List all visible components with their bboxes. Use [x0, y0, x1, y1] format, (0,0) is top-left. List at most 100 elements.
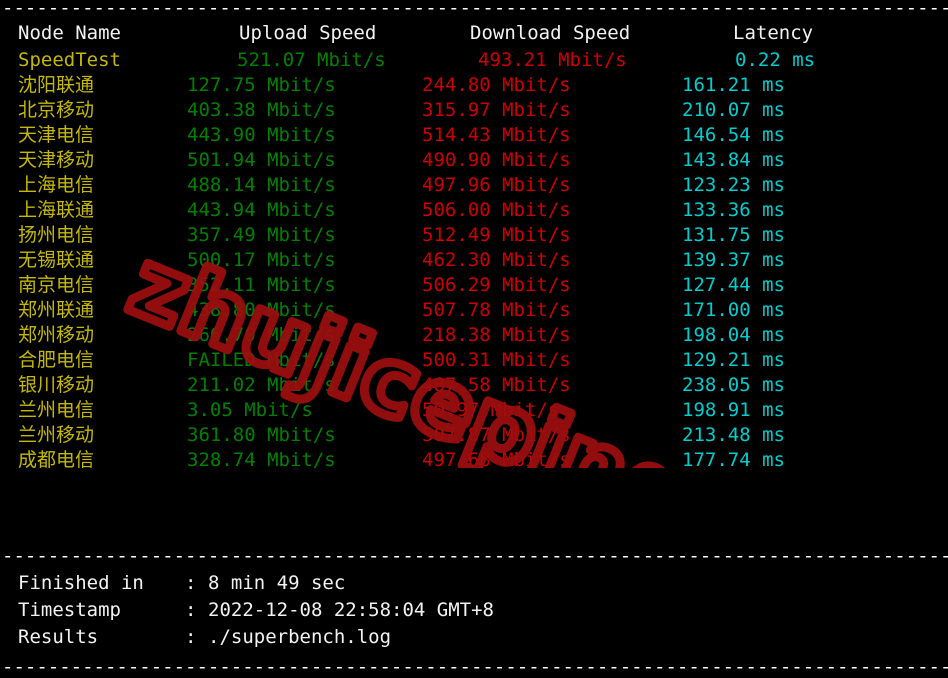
download-speed-cell: 512.49 Mbit/s: [422, 224, 571, 246]
download-speed-cell: 462.30 Mbit/s: [422, 249, 571, 271]
upload-speed-cell: 500.17 Mbit/s: [187, 249, 336, 271]
divider-top: ----------------------------------------…: [2, 0, 948, 14]
footer-value: 2022-12-08 22:58:04 GMT+8: [208, 599, 494, 621]
table-row: 无锡联通 500.17 Mbit/s 462.30 Mbit/s 139.37 ms: [0, 248, 948, 273]
download-speed-cell: 244.80 Mbit/s: [422, 74, 571, 96]
footer-line: Timestamp:2022-12-08 22:58:04 GMT+8: [18, 598, 918, 623]
upload-speed-cell: 3.05 Mbit/s: [187, 399, 313, 421]
table-row-speedtest-summary: SpeedTest 521.07 Mbit/s 493.21 Mbit/s 0.…: [0, 48, 948, 73]
node-name-cell: 兰州电信: [18, 399, 95, 421]
latency-cell: 238.05 ms: [682, 374, 785, 396]
download-speed-cell: 218.38 Mbit/s: [422, 324, 571, 346]
download-speed-cell: 50.97 Mbit/s: [422, 399, 560, 421]
upload-speed-cell: 361.80 Mbit/s: [187, 424, 336, 446]
table-row: 成都电信 328.74 Mbit/s 497.68 Mbit/s 177.74 ms: [0, 448, 948, 473]
upload-speed-cell: 438.80 Mbit/s: [187, 299, 336, 321]
download-speed-cell: 490.90 Mbit/s: [422, 149, 571, 171]
download-speed-cell: 506.00 Mbit/s: [422, 199, 571, 221]
latency-cell: 161.21 ms: [682, 74, 785, 96]
upload-speed-cell: 211.02 Mbit/s: [187, 374, 336, 396]
latency-cell: 139.37 ms: [682, 249, 785, 271]
footer-line: Finished in:8 min 49 sec: [18, 571, 918, 596]
latency-cell: 0.22 ms: [735, 49, 816, 71]
table-row: 南京电信 352.11 Mbit/s 506.29 Mbit/s 127.44 ms: [0, 273, 948, 298]
latency-cell: 198.04 ms: [682, 324, 785, 346]
node-name-cell: 成都电信: [18, 449, 95, 471]
footer-value: ./superbench.log: [208, 626, 392, 648]
table-header-row: Node Name Upload Speed Download Speed La…: [0, 21, 948, 46]
download-speed-cell: 507.78 Mbit/s: [422, 299, 571, 321]
table-row: 银川移动 211.02 Mbit/s 487.58 Mbit/s 238.05 ms: [0, 373, 948, 398]
upload-speed-cell: 266.70 Mbit/s: [187, 324, 336, 346]
node-name-cell: 郑州联通: [18, 299, 95, 321]
node-name-cell: 沈阳联通: [18, 74, 95, 96]
table-row: 合肥电信 FAILED Mbit/s 500.31 Mbit/s 129.21 ms: [0, 348, 948, 373]
node-name-cell: 郑州移动: [18, 324, 95, 346]
latency-cell: 133.36 ms: [682, 199, 785, 221]
table-row: 兰州移动 361.80 Mbit/s 507.87 Mbit/s 213.48 ms: [0, 423, 948, 448]
latency-cell: 129.21 ms: [682, 349, 785, 371]
upload-speed-cell: 328.74 Mbit/s: [187, 449, 336, 471]
table-row: 天津移动 501.94 Mbit/s 490.90 Mbit/s 143.84 ms: [0, 148, 948, 173]
latency-cell: 131.75 ms: [682, 224, 785, 246]
footer-line: Results: ./superbench.log: [18, 625, 918, 650]
node-name-cell: SpeedTest: [18, 49, 121, 71]
node-name-cell: 天津移动: [18, 149, 95, 171]
upload-speed-cell: 403.38 Mbit/s: [187, 99, 336, 121]
latency-cell: 198.91 ms: [682, 399, 785, 421]
column-header-node-name: Node Name: [18, 22, 121, 44]
upload-speed-cell: 443.90 Mbit/s: [187, 124, 336, 146]
node-name-cell: 北京移动: [18, 99, 95, 121]
table-row: 郑州联通 438.80 Mbit/s 507.78 Mbit/s 171.00 ms: [0, 298, 948, 323]
download-speed-cell: 507.87 Mbit/s: [422, 424, 571, 446]
latency-cell: 123.23 ms: [682, 174, 785, 196]
upload-speed-cell: 488.14 Mbit/s: [187, 174, 336, 196]
footer-label: Timestamp: [18, 599, 121, 621]
footer-label: Results: [18, 626, 99, 648]
download-speed-cell: 315.97 Mbit/s: [422, 99, 571, 121]
download-speed-cell: 500.31 Mbit/s: [422, 349, 571, 371]
node-name-cell: 银川移动: [18, 374, 95, 396]
upload-speed-cell: 443.94 Mbit/s: [187, 199, 336, 221]
table-row: 兰州电信 3.05 Mbit/s 50.97 Mbit/s 198.91 ms: [0, 398, 948, 423]
upload-speed-cell: 501.94 Mbit/s: [187, 149, 336, 171]
latency-cell: 177.74 ms: [682, 449, 785, 471]
footer-colon: :: [185, 626, 197, 648]
latency-cell: 127.44 ms: [682, 274, 785, 296]
upload-speed-cell: 357.49 Mbit/s: [187, 224, 336, 246]
upload-speed-cell: 521.07 Mbit/s: [237, 49, 386, 71]
footer-colon: :: [185, 572, 197, 594]
upload-speed-cell: 127.75 Mbit/s: [187, 74, 336, 96]
node-name-cell: 上海电信: [18, 174, 95, 196]
download-speed-cell: 493.21 Mbit/s: [478, 49, 627, 71]
terminal-window: ----------------------------------------…: [0, 0, 948, 678]
table-row: 上海联通 443.94 Mbit/s 506.00 Mbit/s 133.36 ms: [0, 198, 948, 223]
node-name-cell: 上海联通: [18, 199, 95, 221]
footer-value: 8 min 49 sec: [208, 572, 346, 594]
latency-cell: 210.07 ms: [682, 99, 785, 121]
column-header-download-speed: Download Speed: [470, 22, 631, 44]
footer-label: Finished in: [18, 572, 144, 594]
node-name-cell: 扬州电信: [18, 224, 95, 246]
node-name-cell: 无锡联通: [18, 249, 95, 271]
table-row: 沈阳联通 127.75 Mbit/s 244.80 Mbit/s 161.21 ms: [0, 73, 948, 98]
footer-colon: :: [185, 599, 197, 621]
table-row: 北京移动 403.38 Mbit/s 315.97 Mbit/s 210.07 ms: [0, 98, 948, 123]
download-speed-cell: 514.43 Mbit/s: [422, 124, 571, 146]
node-name-cell: 南京电信: [18, 274, 95, 296]
upload-speed-cell: 352.11 Mbit/s: [187, 274, 336, 296]
node-name-cell: 兰州移动: [18, 424, 95, 446]
table-row: 郑州移动 266.70 Mbit/s 218.38 Mbit/s 198.04 ms: [0, 323, 948, 348]
divider-middle: ----------------------------------------…: [2, 545, 948, 562]
divider-bottom: ----------------------------------------…: [2, 656, 948, 673]
node-name-cell: 天津电信: [18, 124, 95, 146]
table-row: 扬州电信 357.49 Mbit/s 512.49 Mbit/s 131.75 ms: [0, 223, 948, 248]
table-row: 天津电信 443.90 Mbit/s 514.43 Mbit/s 146.54 ms: [0, 123, 948, 148]
download-speed-cell: 487.58 Mbit/s: [422, 374, 571, 396]
download-speed-cell: 497.96 Mbit/s: [422, 174, 571, 196]
column-header-upload-speed: Upload Speed: [239, 22, 377, 44]
latency-cell: 213.48 ms: [682, 424, 785, 446]
latency-cell: 143.84 ms: [682, 149, 785, 171]
download-speed-cell: 497.68 Mbit/s: [422, 449, 571, 471]
latency-cell: 171.00 ms: [682, 299, 785, 321]
